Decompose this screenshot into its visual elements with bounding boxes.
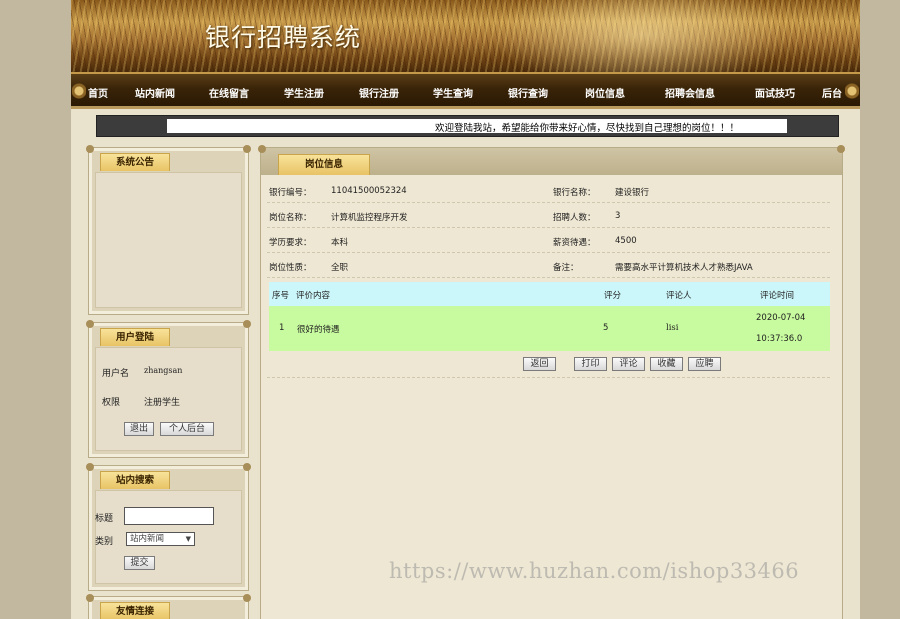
panel-corner-icon bbox=[258, 145, 266, 153]
comment-content: 很好的待遇 bbox=[297, 325, 340, 335]
panel-corner-icon bbox=[243, 320, 251, 328]
col-user: 评论人 bbox=[666, 291, 692, 301]
salary-value: 4500 bbox=[615, 236, 637, 246]
banner: 银行招聘系统 bbox=[71, 0, 860, 72]
panel-corner-icon bbox=[243, 145, 251, 153]
bank-name-label: 银行名称： bbox=[553, 188, 596, 198]
comment-time: 10:37:36.0 bbox=[756, 334, 803, 344]
field-row: 银行编号： 11041500052324 银行名称： 建设银行 bbox=[267, 178, 830, 203]
notice-panel: 系统公告 bbox=[86, 145, 251, 315]
site-title: 银行招聘系统 bbox=[205, 23, 362, 52]
search-panel: 站内搜索 标题 类别 站内新闻 ▼ 提交 bbox=[86, 463, 251, 591]
main-nav: 首页 站内新闻 在线留言 学生注册 银行注册 学生查询 银行查询 岗位信息 招聘… bbox=[71, 72, 860, 109]
col-no: 序号 bbox=[272, 291, 290, 301]
count-label: 招聘人数： bbox=[553, 213, 596, 223]
logout-button[interactable]: 退出 bbox=[124, 422, 154, 436]
bank-no-label: 银行编号： bbox=[269, 188, 312, 198]
search-title-label: 标题 bbox=[95, 514, 114, 524]
nav-student-register[interactable]: 学生注册 bbox=[284, 85, 324, 100]
comment-button[interactable]: 评论 bbox=[612, 357, 645, 371]
table-header: 序号 评价内容 评分 评论人 评论时间 bbox=[269, 282, 830, 306]
marquee-bar: 欢迎登陆我站，希望能给你带来好心情，尽快找到自己理想的岗位！！！ bbox=[96, 115, 839, 137]
education-label: 学历要求： bbox=[269, 238, 312, 248]
back-button[interactable]: 返回 bbox=[523, 357, 556, 371]
welcome-marquee: 欢迎登陆我站，希望能给你带来好心情，尽快找到自己理想的岗位！！！ bbox=[434, 123, 739, 134]
action-buttons: 返回 打印 评论 收藏 应聘 bbox=[261, 357, 844, 373]
links-panel: 友情连接 bbox=[86, 594, 251, 619]
panel-corner-icon bbox=[243, 463, 251, 471]
bank-name-value: 建设银行 bbox=[615, 188, 650, 198]
count-value: 3 bbox=[615, 211, 621, 221]
panel-corner-icon bbox=[86, 145, 94, 153]
field-row: 岗位性质： 全职 备注： 需要高水平计算机技术人才熟悉JAVA bbox=[267, 253, 830, 278]
col-time: 评论时间 bbox=[760, 291, 795, 301]
panel-corner-icon bbox=[243, 594, 251, 602]
role-label: 权限 bbox=[102, 398, 121, 408]
search-submit-button[interactable]: 提交 bbox=[124, 556, 155, 570]
col-score: 评分 bbox=[604, 291, 622, 301]
page: 银行招聘系统 首页 站内新闻 在线留言 学生注册 银行注册 学生查询 银行查询 … bbox=[71, 0, 860, 619]
table-row: 1 很好的待遇 5 lisi 2020-07-04 10:37:36.0 bbox=[269, 306, 830, 351]
search-category-label: 类别 bbox=[95, 537, 114, 547]
position-detail-panel: 岗位信息 银行编号： 11041500052324 银行名称： 建设银行 岗位名… bbox=[258, 145, 845, 619]
col-content: 评价内容 bbox=[296, 291, 331, 301]
print-button[interactable]: 打印 bbox=[574, 357, 607, 371]
panel-corner-icon bbox=[837, 145, 845, 153]
panel-corner-icon bbox=[86, 463, 94, 471]
job-nature-value: 全职 bbox=[331, 263, 349, 273]
search-title: 站内搜索 bbox=[100, 471, 170, 489]
search-content: 标题 类别 站内新闻 ▼ 提交 bbox=[95, 490, 242, 584]
position-value: 计算机监控程序开发 bbox=[331, 213, 408, 223]
username-value: zhangsan bbox=[144, 366, 183, 375]
nav-home[interactable]: 首页 bbox=[88, 85, 108, 100]
marquee-track: 欢迎登陆我站，希望能给你带来好心情，尽快找到自己理想的岗位！！！ bbox=[167, 119, 787, 134]
login-panel: 用户登陆 用户名 zhangsan 权限 注册学生 退出 个人后台 bbox=[86, 320, 251, 458]
apply-button[interactable]: 应聘 bbox=[688, 357, 721, 371]
education-value: 本科 bbox=[331, 238, 349, 248]
comment-no: 1 bbox=[279, 323, 285, 333]
login-content: 用户名 zhangsan 权限 注册学生 退出 个人后台 bbox=[95, 347, 242, 451]
remark-value: 需要高水平计算机技术人才熟悉JAVA bbox=[615, 263, 753, 273]
notice-title: 系统公告 bbox=[100, 153, 170, 171]
comment-score: 5 bbox=[603, 323, 609, 333]
favorite-button[interactable]: 收藏 bbox=[650, 357, 683, 371]
nav-bank-register[interactable]: 银行注册 bbox=[359, 85, 399, 100]
nav-bank-search[interactable]: 银行查询 bbox=[508, 85, 548, 100]
field-row: 岗位名称： 计算机监控程序开发 招聘人数： 3 bbox=[267, 203, 830, 228]
remark-label: 备注： bbox=[553, 263, 579, 273]
category-select[interactable]: 站内新闻 ▼ bbox=[126, 532, 195, 546]
nav-right-ornament-icon bbox=[845, 79, 859, 103]
nav-message[interactable]: 在线留言 bbox=[209, 85, 249, 100]
comment-date: 2020-07-04 bbox=[756, 313, 806, 323]
nav-student-search[interactable]: 学生查询 bbox=[433, 85, 473, 100]
comment-user: lisi bbox=[666, 323, 679, 333]
comments-table: 序号 评价内容 评分 评论人 评论时间 1 很好的待遇 5 lisi 2020-… bbox=[269, 282, 830, 351]
role-value: 注册学生 bbox=[144, 398, 181, 408]
notice-content bbox=[95, 172, 242, 308]
search-input[interactable] bbox=[124, 507, 214, 525]
username-label: 用户名 bbox=[102, 369, 130, 379]
nav-admin[interactable]: 后台 bbox=[822, 85, 842, 100]
bank-no-value: 11041500052324 bbox=[331, 186, 407, 196]
panel-corner-icon bbox=[86, 594, 94, 602]
job-nature-label: 岗位性质： bbox=[269, 263, 312, 273]
nav-job-fairs[interactable]: 招聘会信息 bbox=[665, 85, 715, 100]
divider bbox=[267, 377, 830, 378]
nav-positions[interactable]: 岗位信息 bbox=[585, 85, 625, 100]
position-label: 岗位名称： bbox=[269, 213, 312, 223]
category-selected: 站内新闻 bbox=[130, 534, 165, 544]
nav-news[interactable]: 站内新闻 bbox=[135, 85, 175, 100]
field-row: 学历要求： 本科 薪资待遇： 4500 bbox=[267, 228, 830, 253]
login-title: 用户登陆 bbox=[100, 328, 170, 346]
banner-glow bbox=[491, 0, 791, 72]
personal-dashboard-button[interactable]: 个人后台 bbox=[160, 422, 214, 436]
chevron-down-icon: ▼ bbox=[185, 535, 191, 543]
watermark-text: https://www.huzhan.com/ishop33466 bbox=[389, 559, 800, 583]
salary-label: 薪资待遇： bbox=[553, 238, 596, 248]
nav-left-ornament-icon bbox=[72, 79, 86, 103]
position-info-title: 岗位信息 bbox=[278, 154, 370, 175]
panel-corner-icon bbox=[86, 320, 94, 328]
links-title: 友情连接 bbox=[100, 602, 170, 619]
nav-interview-tips[interactable]: 面试技巧 bbox=[755, 85, 795, 100]
